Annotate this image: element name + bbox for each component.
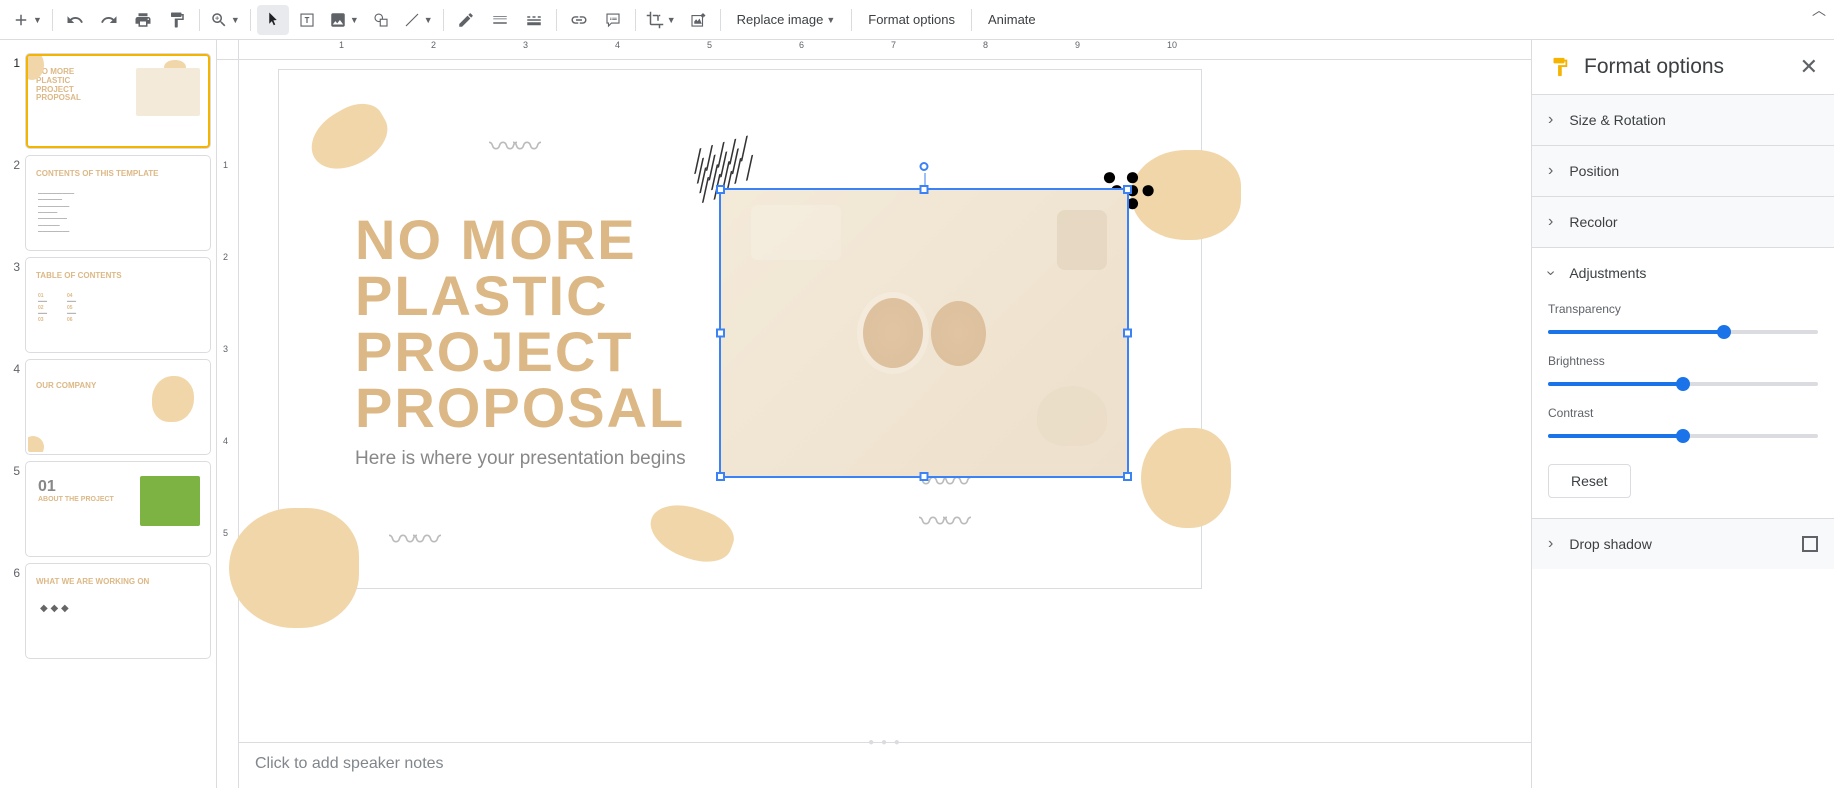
canvas-area: 1 2 3 4 5 6 7 8 9 10 1 2 3 4 5 〰〰 [217,40,1531,788]
animate-button[interactable]: Animate [978,5,1046,35]
adjustments-section[interactable]: › Adjustments [1532,248,1834,298]
horizontal-ruler[interactable]: 1 2 3 4 5 6 7 8 9 10 [239,40,1531,60]
thumbnail-slide-4[interactable]: 4 OUR COMPANY [0,356,216,458]
textbox-tool[interactable] [291,5,323,35]
selected-image[interactable] [719,188,1129,478]
format-options-panel: Format options ✕ › Size & Rotation › Pos… [1531,40,1834,788]
resize-handle-ne[interactable] [1123,185,1132,194]
decoration-blob [301,94,398,182]
slider-thumb[interactable] [1676,429,1690,443]
border-color-button[interactable] [450,5,482,35]
drop-shadow-section[interactable]: › Drop shadow [1532,519,1834,569]
print-button[interactable] [127,5,159,35]
resize-handle-sw[interactable] [716,472,725,481]
replace-image-button[interactable]: Replace image▼ [727,5,846,35]
notes-resize-grip[interactable]: ● ● ● [868,737,902,748]
decoration-blob [229,508,359,628]
close-panel-button[interactable]: ✕ [1800,54,1818,80]
thumbnail-slide-2[interactable]: 2 CONTENTS OF THIS TEMPLATE ━━━━━━━━━━━━… [0,152,216,254]
format-panel-title: Format options [1584,55,1786,79]
resize-handle-e[interactable] [1123,329,1132,338]
chevron-right-icon: › [1548,213,1553,231]
decoration-squiggle: 〰〰 [489,125,537,165]
brightness-slider[interactable] [1548,382,1818,386]
transparency-slider[interactable] [1548,330,1818,334]
chevron-right-icon: › [1548,111,1553,129]
vertical-ruler[interactable]: 1 2 3 4 5 [217,60,239,788]
decoration-blob [1141,428,1231,528]
contrast-slider[interactable] [1548,434,1818,438]
reset-image-button[interactable] [682,5,714,35]
resize-handle-nw[interactable] [716,185,725,194]
reset-button[interactable]: Reset [1548,464,1631,498]
slide-subtitle[interactable]: Here is where your presentation begins [355,448,686,470]
resize-handle-w[interactable] [716,329,725,338]
line-tool[interactable]: ▼ [399,5,437,35]
select-tool[interactable] [257,5,289,35]
format-panel-icon [1548,56,1570,78]
chevron-right-icon: › [1548,535,1553,553]
slide-thumbnails-panel: 1 NO MORE PLASTIC PROJECT PROPOSAL 2 CON… [0,40,217,788]
rotation-handle[interactable] [920,162,929,171]
chevron-right-icon: › [1548,162,1553,180]
border-dash-button[interactable] [518,5,550,35]
link-button[interactable] [563,5,595,35]
brightness-label: Brightness [1548,354,1818,368]
thumbnail-slide-1[interactable]: 1 NO MORE PLASTIC PROJECT PROPOSAL [0,50,216,152]
format-options-button[interactable]: Format options [858,5,965,35]
new-slide-button[interactable]: ▼ [8,5,46,35]
thumbnail-slide-5[interactable]: 5 01 ABOUT THE PROJECT [0,458,216,560]
transparency-label: Transparency [1548,302,1818,316]
redo-button[interactable] [93,5,125,35]
undo-button[interactable] [59,5,91,35]
chevron-down-icon: › [1542,270,1560,275]
drop-shadow-checkbox[interactable] [1802,536,1818,552]
slide-title[interactable]: NO MORE PLASTIC PROJECT PROPOSAL [355,212,685,436]
speaker-notes[interactable]: ● ● ● Click to add speaker notes [239,742,1531,788]
border-weight-button[interactable] [484,5,516,35]
zoom-button[interactable]: ▼ [206,5,244,35]
slider-thumb[interactable] [1676,377,1690,391]
crop-button[interactable]: ▼ [642,5,680,35]
thumbnail-slide-3[interactable]: 3 TABLE OF CONTENTS 01━━━02━━━0304━━━05━… [0,254,216,356]
paint-format-button[interactable] [161,5,193,35]
resize-handle-se[interactable] [1123,472,1132,481]
collapse-toolbar-button[interactable]: ︿ [1812,0,1826,20]
decoration-blob [643,495,740,571]
size-rotation-section[interactable]: › Size & Rotation [1532,95,1834,145]
image-tool[interactable]: ▼ [325,5,363,35]
decoration-squiggle: 〰〰 [389,518,437,558]
main-toolbar: ▼ ▼ ▼ ▼ ▼ Replace image▼ Format options … [0,0,1834,40]
thumbnail-slide-6[interactable]: 6 WHAT WE ARE WORKING ON ◆ ◆ ◆ [0,560,216,662]
resize-handle-s[interactable] [920,472,929,481]
position-section[interactable]: › Position [1532,146,1834,196]
recolor-section[interactable]: › Recolor [1532,197,1834,247]
shape-tool[interactable] [365,5,397,35]
slider-thumb[interactable] [1717,325,1731,339]
contrast-label: Contrast [1548,406,1818,420]
ruler-corner [217,40,239,60]
comment-button[interactable] [597,5,629,35]
resize-handle-n[interactable] [920,185,929,194]
slide-canvas[interactable]: 〰〰 〰〰〰〰 〰〰 ╱╱╱╱╱╱╱╱╱╱╱╱╱╱╱╱╱ ● ● ●●●● ● … [279,70,1201,588]
